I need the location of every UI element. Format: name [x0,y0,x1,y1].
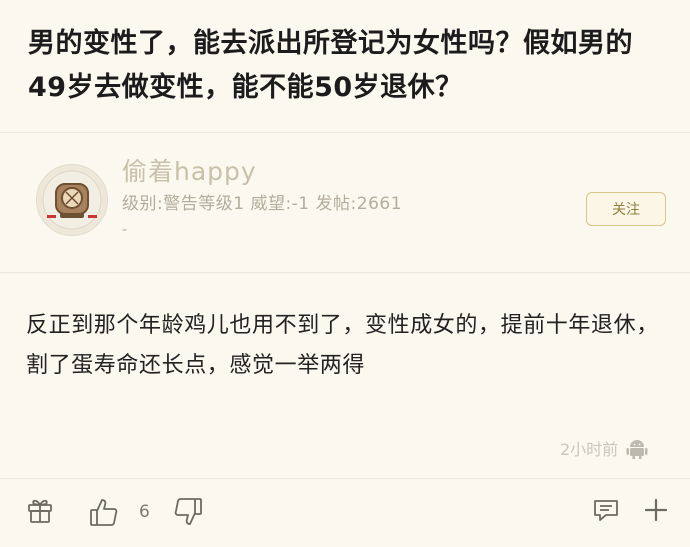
reply-time: 2小时前 [560,436,648,460]
more-button[interactable] [642,496,670,524]
author-meta-extra: - [122,222,128,238]
post-title: 男的变性了，能去派出所登记为女性吗？假如男的49岁去做变性，能不能50岁退休？ [28,28,633,103]
divider [0,132,690,133]
thumbs-up-icon [90,499,118,526]
time-label: 2小时前 [560,440,619,459]
diving-helmet-avatar-icon [42,170,102,230]
thumbs-down-icon [174,498,202,525]
gift-icon [28,499,52,523]
divider [0,272,690,273]
divider [0,478,690,479]
author-meta: 级别:警告等级1 威望:-1 发帖:2661 [122,194,403,214]
follow-button[interactable]: 关注 [586,192,666,226]
android-icon [626,440,648,459]
avatar[interactable] [36,164,108,236]
reply-text: 反正到那个年龄鸡儿也用不到了，变性成女的，提前十年退休，割了蛋寿命还长点，感觉一… [26,313,659,378]
author-name[interactable]: 偷着happy [122,152,257,188]
gift-button[interactable] [26,496,54,524]
plus-icon [644,498,668,522]
comment-icon [594,500,618,521]
like-button[interactable] [88,496,120,528]
dislike-button[interactable] [172,496,204,528]
like-count: 6 [139,502,150,522]
comment-button[interactable] [592,496,620,524]
